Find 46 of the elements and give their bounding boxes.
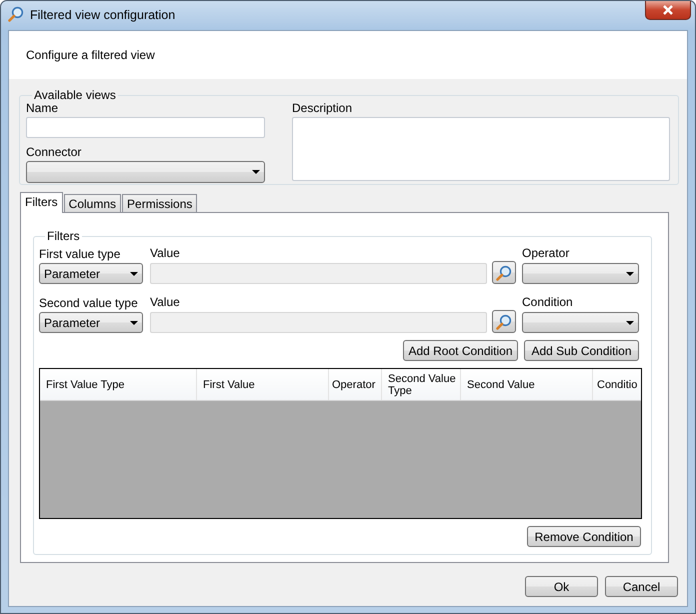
column-header[interactable]: Second Value Type: [382, 369, 461, 400]
caret-icon: [626, 320, 634, 324]
action-button[interactable]: Add Sub Condition: [524, 340, 639, 361]
header-text: Configure a filtered view: [26, 48, 155, 62]
magnifier-icon: [8, 6, 24, 22]
search-button[interactable]: [492, 261, 516, 284]
caret-icon: [130, 272, 138, 276]
field-label: Value: [150, 246, 181, 260]
action-button[interactable]: Add Root Condition: [403, 340, 518, 361]
dialog-button[interactable]: Ok: [525, 576, 598, 597]
column-header[interactable]: Second Value: [461, 369, 593, 400]
value-type-dropdown[interactable]: Parameter: [39, 312, 143, 333]
caret-icon: [130, 320, 138, 324]
description-field[interactable]: [292, 117, 670, 181]
column-header[interactable]: First Value: [197, 369, 329, 400]
column-header[interactable]: First Value Type: [40, 369, 197, 400]
group-title: Available views: [33, 88, 117, 102]
column-header[interactable]: Operator: [329, 369, 382, 400]
search-icon: [496, 314, 512, 330]
tab[interactable]: Permissions: [122, 194, 198, 212]
search-button[interactable]: [492, 310, 516, 333]
remove-condition-button[interactable]: Remove Condition: [527, 526, 641, 547]
connector-dropdown[interactable]: [26, 161, 265, 183]
caret-icon: [626, 272, 634, 276]
value-type-dropdown[interactable]: Parameter: [39, 263, 143, 284]
field-label: Value: [150, 295, 181, 309]
field-label: First value type: [39, 247, 122, 261]
field-label: Description: [292, 101, 354, 115]
close-icon: [662, 5, 674, 15]
field-label: Condition: [522, 295, 574, 309]
field-label: Connector: [26, 145, 82, 159]
tab[interactable]: Filters: [20, 192, 63, 213]
dialog-button[interactable]: Cancel: [605, 576, 678, 597]
operator-dropdown[interactable]: [522, 263, 639, 284]
condition-dropdown[interactable]: [522, 312, 639, 333]
field-label: Name: [26, 101, 60, 115]
search-icon: [496, 264, 512, 280]
field-label: Second value type: [39, 296, 139, 310]
field-label: Operator: [522, 246, 570, 260]
name-field[interactable]: [26, 117, 265, 138]
close-button[interactable]: [645, 1, 691, 20]
tab[interactable]: Columns: [64, 194, 122, 212]
caret-icon: [252, 170, 260, 174]
group-title: Filters: [46, 229, 81, 243]
column-header[interactable]: Conditio: [593, 369, 641, 400]
window-title: Filtered view configuration: [30, 8, 176, 22]
